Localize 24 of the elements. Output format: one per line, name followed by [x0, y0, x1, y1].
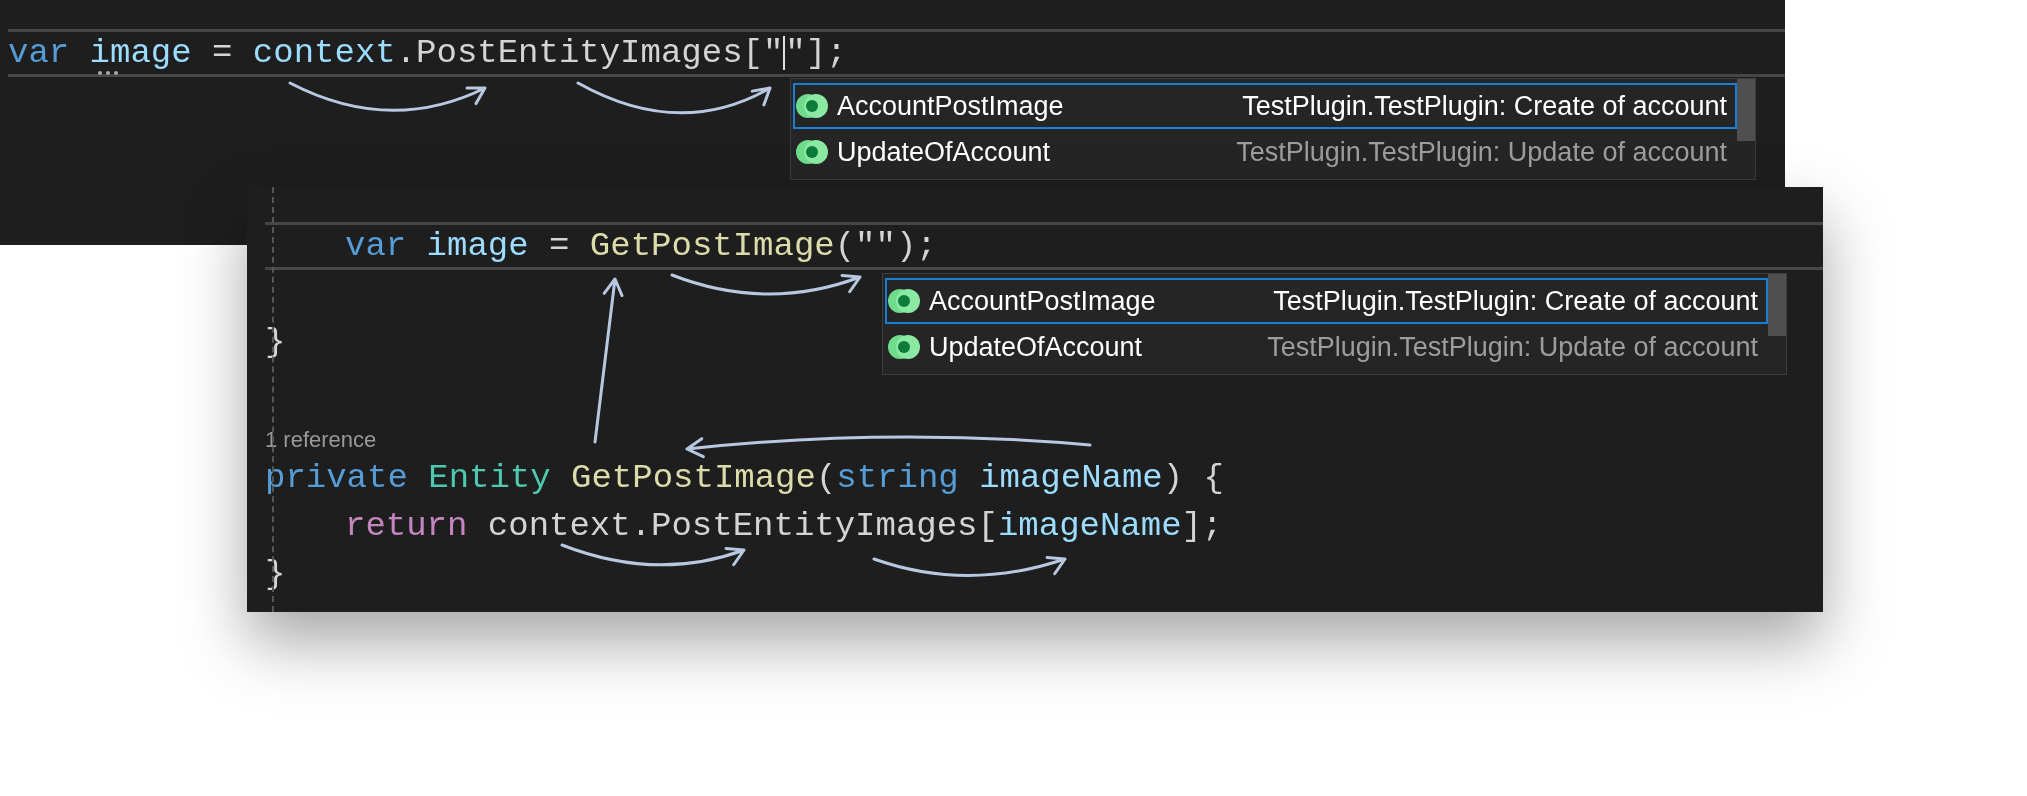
suggestion-item[interactable]: AccountPostImage TestPlugin.TestPlugin: Create of account	[793, 83, 1737, 129]
suggestion-item[interactable]: UpdateOfAccount TestPlugin.TestPlugin: Update of account	[885, 324, 1768, 370]
suggestion-name: UpdateOfAccount	[929, 330, 1143, 364]
suggestion-item[interactable]: AccountPostImage TestPlugin.TestPlugin: Create of account	[885, 278, 1768, 324]
suggestion-detail: TestPlugin.TestPlugin: Create of account	[1273, 284, 1758, 318]
scrollbar-thumb[interactable]	[1768, 274, 1786, 336]
suggestion-name: UpdateOfAccount	[837, 135, 1052, 169]
suggestion-name: AccountPostImage	[929, 284, 1156, 318]
suggestion-detail: TestPlugin.TestPlugin: Create of account	[1242, 89, 1727, 123]
component-icon	[887, 287, 921, 315]
component-icon	[887, 333, 921, 361]
suggestion-detail: TestPlugin.TestPlugin: Update of account	[1267, 330, 1758, 364]
code-line: var image = context.PostEntityImages[""];	[8, 33, 847, 74]
code-line: private Entity GetPostImage(string imageName) {	[265, 458, 1224, 499]
component-icon	[795, 138, 829, 166]
component-icon	[795, 92, 829, 120]
codelens-link[interactable]: 1 reference	[265, 426, 377, 454]
suggestion-item[interactable]: UpdateOfAccount TestPlugin.TestPlugin: Update of account	[793, 129, 1737, 175]
code-line: return context.PostEntityImages[imageName];	[345, 506, 1223, 547]
suggestion-detail: TestPlugin.TestPlugin: Update of account	[1236, 135, 1727, 169]
code-line: var image = GetPostImage("");	[345, 226, 937, 267]
scrollbar-thumb[interactable]	[1737, 79, 1755, 141]
suggestion-dots-icon	[98, 71, 118, 75]
suggestion-name: AccountPostImage	[837, 89, 1065, 123]
